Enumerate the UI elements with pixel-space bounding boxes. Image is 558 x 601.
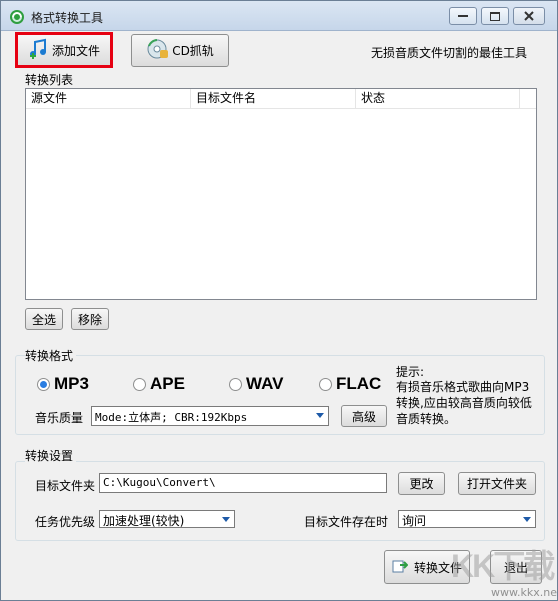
- add-file-label: 添加文件: [51, 43, 100, 58]
- format-label-mp3: MP3: [54, 374, 89, 393]
- format-label-wav: WAV: [246, 374, 284, 393]
- file-exists-value: 询问: [402, 514, 427, 528]
- window-title: 格式转换工具: [31, 11, 104, 25]
- column-header-source[interactable]: 源文件: [26, 89, 191, 109]
- tip-title: 提示:: [396, 365, 425, 379]
- chevron-down-icon: [222, 517, 230, 522]
- target-folder-value: C:\Kugou\Convert\: [103, 476, 216, 489]
- format-label-flac: FLAC: [336, 374, 382, 393]
- list-header: 源文件 目标文件名 状态: [26, 89, 536, 109]
- maximize-icon: [490, 11, 500, 21]
- quality-dropdown[interactable]: Mode:立体声; CBR:192Kbps: [91, 406, 329, 426]
- priority-label: 任务优先级: [35, 515, 96, 529]
- remove-button[interactable]: 移除: [71, 308, 109, 330]
- format-radio-ape[interactable]: APE: [133, 373, 185, 395]
- watermark-url: www.kkx.net: [491, 586, 558, 599]
- cd-rip-button[interactable]: CD抓轨: [131, 34, 229, 67]
- format-group-label: 转换格式: [25, 347, 77, 364]
- close-button[interactable]: [513, 7, 545, 25]
- add-file-button[interactable]: 添加文件: [15, 32, 113, 68]
- close-icon: [524, 11, 534, 21]
- radio-unselected-icon: [319, 377, 332, 391]
- convert-icon: [392, 558, 409, 577]
- settings-group-label: 转换设置: [25, 447, 77, 464]
- list-label: 转换列表: [25, 73, 74, 87]
- radio-selected-icon: [37, 377, 50, 391]
- advanced-button[interactable]: 高级: [341, 405, 387, 427]
- maximize-button[interactable]: [481, 7, 509, 25]
- target-folder-label: 目标文件夹: [35, 479, 96, 493]
- quality-value: Mode:立体声; CBR:192Kbps: [95, 411, 248, 424]
- radio-unselected-icon: [229, 377, 242, 391]
- select-all-button[interactable]: 全选: [25, 308, 63, 330]
- slogan-text: 无损音质文件切割的最佳工具: [371, 46, 528, 60]
- priority-value: 加速处理(较快): [103, 514, 185, 528]
- radio-unselected-icon: [133, 377, 146, 391]
- cd-rip-label: CD抓轨: [172, 44, 214, 58]
- minimize-button[interactable]: [449, 7, 477, 25]
- format-radio-wav[interactable]: WAV: [229, 373, 283, 395]
- watermark-logo: KK下载: [451, 548, 555, 584]
- change-folder-button[interactable]: 更改: [398, 472, 445, 495]
- format-radio-mp3[interactable]: MP3: [37, 373, 89, 395]
- minimize-icon: [458, 15, 468, 17]
- chevron-down-icon: [523, 517, 531, 522]
- conversion-list[interactable]: 源文件 目标文件名 状态: [25, 88, 537, 300]
- chevron-down-icon: [316, 413, 324, 418]
- music-add-icon: [28, 38, 50, 63]
- quality-label: 音乐质量: [35, 411, 84, 425]
- app-window: 格式转换工具 添加文件 CD抓轨 无损音质文件切割的最佳工具 转换列表 源文件 …: [0, 0, 558, 601]
- tip-body: 有损音乐格式歌曲向MP3转换,应由较高音质向较低音质转换。: [396, 380, 532, 426]
- open-folder-button[interactable]: 打开文件夹: [458, 472, 536, 495]
- format-radio-flac[interactable]: FLAC: [319, 373, 381, 395]
- cd-icon: [146, 38, 170, 63]
- app-icon: [9, 9, 25, 25]
- format-label-ape: APE: [150, 374, 185, 393]
- file-exists-label: 目标文件存在时: [304, 515, 389, 529]
- column-header-status[interactable]: 状态: [356, 89, 520, 109]
- priority-dropdown[interactable]: 加速处理(较快): [99, 510, 235, 528]
- title-bar[interactable]: 格式转换工具: [1, 1, 557, 31]
- file-exists-dropdown[interactable]: 询问: [398, 510, 536, 528]
- target-folder-input[interactable]: C:\Kugou\Convert\: [99, 473, 387, 493]
- column-header-target[interactable]: 目标文件名: [191, 89, 356, 109]
